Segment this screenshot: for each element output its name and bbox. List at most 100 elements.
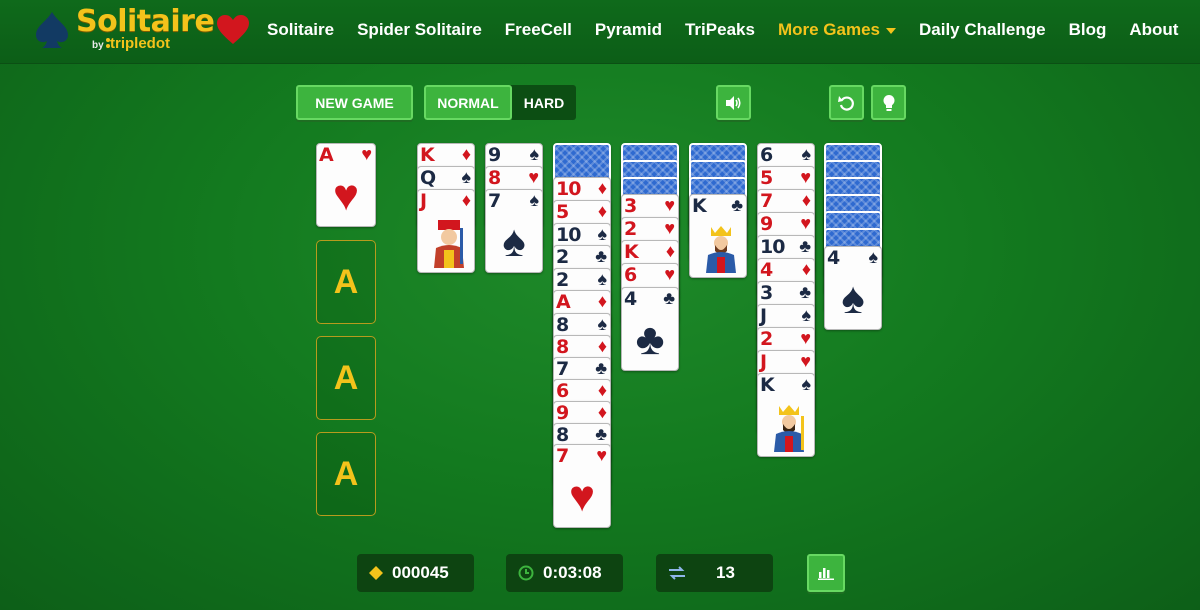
normal-difficulty-button[interactable]: NORMAL [424, 85, 512, 120]
club-icon: ♣ [635, 315, 665, 364]
diamond-icon: ♦ [801, 259, 811, 279]
tableau-card[interactable]: K ♣ [689, 194, 747, 278]
tableau-card[interactable]: 4 ♣ ♣ [621, 287, 679, 371]
swap-icon [669, 566, 685, 580]
nav-daily-challenge[interactable]: Daily Challenge [919, 20, 1046, 40]
nav-more-games-label: More Games [777, 20, 880, 39]
speaker-icon [725, 95, 741, 110]
tableau-card[interactable]: J ♦ [417, 189, 475, 273]
card-rank: 6 [624, 264, 637, 286]
spade-icon: ♠ [529, 144, 539, 164]
king-face-icon [774, 405, 804, 452]
undo-button[interactable] [829, 85, 864, 120]
jack-face-icon [434, 220, 464, 268]
nav-spider-solitaire[interactable]: Spider Solitaire [357, 20, 482, 40]
heart-icon: ♥ [800, 328, 811, 348]
nav-pyramid[interactable]: Pyramid [595, 20, 662, 40]
card-rank: 4 [760, 259, 773, 281]
nav-tripeaks[interactable]: TriPeaks [685, 20, 755, 40]
foundation-1-card[interactable]: A ♥ ♥ [316, 143, 376, 227]
clock-icon [518, 565, 534, 581]
tableau-card[interactable]: K ♠ [757, 373, 815, 457]
card-rank: 4 [624, 288, 637, 310]
heart-icon: ♥ [664, 264, 675, 284]
spade-logo-icon [36, 12, 68, 48]
spade-icon: ♠ [502, 217, 526, 266]
diamond-icon: ♦ [597, 380, 607, 400]
heart-icon: ♥ [332, 171, 360, 220]
foundation-slot-3[interactable]: A [316, 336, 376, 420]
card-rank: K [624, 241, 639, 263]
logo-by-text: by [92, 40, 104, 51]
tableau-card[interactable]: 7 ♥ ♥ [553, 444, 611, 528]
card-rank: 2 [556, 246, 569, 268]
statistics-button[interactable] [807, 554, 845, 592]
card-rank: 8 [556, 424, 569, 446]
spade-icon: ♠ [868, 247, 878, 267]
tableau-card[interactable]: 7 ♠ ♠ [485, 189, 543, 273]
spade-icon: ♠ [801, 305, 811, 325]
club-icon: ♣ [799, 282, 811, 302]
bar-chart-icon [818, 568, 834, 580]
heart-icon: ♥ [800, 213, 811, 233]
heart-icon: ♥ [664, 195, 675, 215]
logo-title: Solitaire [76, 4, 215, 39]
top-navigation-bar: Solitaire by tripledot Solitaire Spider … [0, 0, 1200, 64]
foundation-slot-4[interactable]: A [316, 432, 376, 516]
club-icon: ♣ [799, 236, 811, 256]
diamond-icon: ♦ [597, 402, 607, 422]
heart-icon: ♥ [800, 351, 811, 371]
nav-solitaire[interactable]: Solitaire [267, 20, 334, 40]
nav-freecell[interactable]: FreeCell [505, 20, 572, 40]
nav-more-games[interactable]: More Games [778, 20, 896, 40]
club-icon: ♣ [595, 246, 607, 266]
club-icon: ♣ [595, 424, 607, 444]
nav-about[interactable]: About [1129, 20, 1178, 40]
hint-button[interactable] [871, 85, 906, 120]
score-value: 000045 [392, 563, 449, 582]
nav-blog[interactable]: Blog [1069, 20, 1107, 40]
club-icon: ♣ [731, 195, 743, 215]
card-rank: 6 [760, 144, 773, 166]
hard-difficulty-button[interactable]: HARD [512, 85, 576, 120]
card-rank: 8 [556, 314, 569, 336]
card-rank: J [760, 305, 767, 327]
heart-icon: ♥ [568, 472, 596, 521]
card-rank: 3 [624, 195, 637, 217]
heart-icon: ♥ [361, 144, 372, 164]
diamond-icon: ♦ [665, 241, 675, 261]
card-rank: 6 [556, 380, 569, 402]
tableau-card[interactable]: 4 ♠ ♠ [824, 246, 882, 330]
card-rank: 10 [556, 178, 581, 200]
card-rank: 9 [760, 213, 773, 235]
card-rank: 7 [760, 190, 773, 212]
card-rank: 7 [556, 358, 569, 380]
card-rank: 7 [488, 190, 501, 212]
score-display: 000045 [357, 554, 474, 592]
card-rank: 5 [556, 201, 569, 223]
new-game-button[interactable]: NEW GAME [296, 85, 413, 120]
moves-value: 13 [716, 563, 735, 582]
spade-icon: ♠ [529, 190, 539, 210]
foundation-slot-2[interactable]: A [316, 240, 376, 324]
card-rank: 2 [556, 269, 569, 291]
club-icon: ♣ [663, 288, 675, 308]
diamond-icon: ♦ [461, 190, 471, 210]
card-rank: 7 [556, 445, 569, 467]
diamond-icon: ♦ [461, 144, 471, 164]
moves-display: 13 [656, 554, 773, 592]
sound-button[interactable] [716, 85, 751, 120]
card-rank: 9 [556, 402, 569, 424]
card-rank: K [420, 144, 435, 166]
difficulty-toggle: NORMAL HARD [424, 85, 576, 120]
card-rank: 9 [488, 144, 501, 166]
heart-icon: ♥ [800, 167, 811, 187]
diamond-icon: ♦ [597, 336, 607, 356]
timer-value: 0:03:08 [543, 563, 602, 582]
card-rank: A [319, 144, 334, 166]
card-rank: 3 [760, 282, 773, 304]
solitaire-logo[interactable]: Solitaire by tripledot [30, 4, 254, 60]
lightbulb-icon [883, 94, 894, 111]
main-nav: Solitaire Spider Solitaire FreeCell Pyra… [267, 0, 1200, 60]
card-rank: 2 [760, 328, 773, 350]
